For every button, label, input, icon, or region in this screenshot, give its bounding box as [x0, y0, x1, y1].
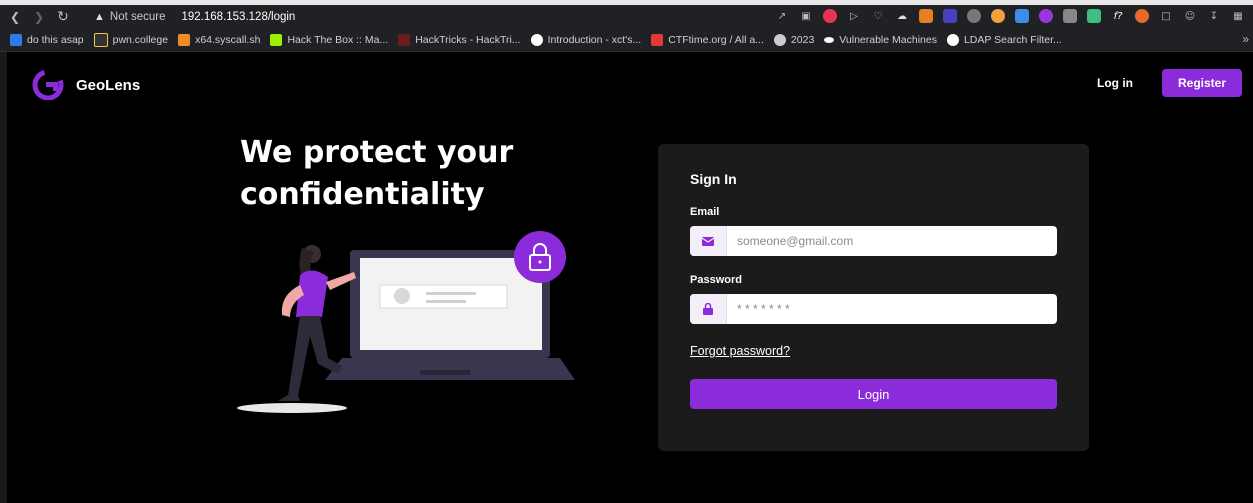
box-icon[interactable]: □: [1159, 9, 1173, 23]
lock-icon: [690, 294, 727, 324]
bookmark-item[interactable]: Vulnerable Machines: [824, 34, 937, 46]
bookmark-item[interactable]: do this asap: [10, 34, 84, 46]
signin-card: Sign In Email Password Forgot password? …: [658, 144, 1089, 451]
pocket-icon[interactable]: [823, 9, 837, 23]
laptop-base: [325, 358, 575, 380]
hero-line-2: confidentiality: [240, 177, 485, 212]
security-indicator[interactable]: ▲ Not secure: [94, 11, 166, 23]
forgot-password-link[interactable]: Forgot password?: [690, 344, 790, 358]
register-button[interactable]: Register: [1162, 69, 1242, 97]
bookmark-item[interactable]: x64.syscall.sh: [178, 34, 260, 46]
wordpress-icon[interactable]: [967, 9, 981, 23]
github-icon: [946, 34, 959, 46]
bookmark-icon: [530, 34, 543, 46]
security-illustration: [237, 231, 575, 413]
extension-icon-9[interactable]: [1135, 9, 1149, 23]
extension-icon-3[interactable]: [943, 9, 957, 23]
forward-icon[interactable]: ❯: [30, 10, 48, 24]
laptop-trackpad: [420, 370, 470, 375]
extension-icon-7[interactable]: [1063, 9, 1077, 23]
email-input[interactable]: [727, 226, 1057, 256]
bookmark-icon: [824, 37, 835, 43]
bookmark-item[interactable]: CTFtime.org / All a...: [651, 34, 764, 46]
bookmark-item[interactable]: Introduction - xct's...: [530, 34, 641, 46]
bookmark-icon: [178, 34, 191, 46]
reload-icon[interactable]: ↻: [54, 9, 72, 25]
bookmark-icon: [93, 33, 108, 47]
heart-icon[interactable]: ♡: [871, 9, 885, 23]
brand[interactable]: GeoLens: [32, 70, 140, 100]
bookmark-icon: [651, 34, 664, 46]
lock-badge: [514, 231, 566, 283]
envelope-icon: [690, 226, 727, 256]
bookmark-icon: [10, 34, 22, 46]
extension-icon-6[interactable]: [1039, 9, 1053, 23]
email-field[interactable]: [690, 226, 1057, 256]
screen-line: [426, 292, 476, 295]
bookmarks-bar: do this asap pwn.college x64.syscall.sh …: [0, 29, 1253, 52]
extension-icon-8[interactable]: [1087, 9, 1101, 23]
login-button[interactable]: Login: [690, 379, 1057, 409]
hero-heading: We protect your confidentiality: [240, 132, 640, 216]
bookmark-item[interactable]: pwn.college: [93, 33, 168, 47]
geolens-logo-icon: [32, 70, 64, 100]
password-input[interactable]: [727, 294, 1057, 324]
bookmark-item[interactable]: HackTricks - HackTri...: [398, 34, 521, 46]
address-bar[interactable]: 192.168.153.128/login: [182, 11, 296, 23]
brand-name: GeoLens: [76, 76, 141, 94]
browser-toolbar: ❮ ❯ ↻ ▲ Not secure 192.168.153.128/login…: [0, 5, 1253, 29]
bookmark-icon: [270, 34, 283, 46]
bookmark-item[interactable]: Hack The Box :: Ma...: [270, 34, 388, 46]
account-icon[interactable]: ☺: [1183, 9, 1197, 23]
extensions-row: ↗ ▣ ▷ ♡ ☁ f? □ ☺ ↧ ▦: [775, 9, 1245, 23]
screen-avatar: [394, 288, 410, 304]
bookmark-item[interactable]: 2023: [773, 34, 814, 46]
screen-line: [426, 300, 466, 303]
bookmark-icon: [398, 34, 411, 46]
bookmark-icon: [773, 34, 786, 46]
download-icon[interactable]: ↧: [1207, 9, 1221, 23]
left-edge: [0, 52, 7, 503]
ground-shadow: [237, 403, 347, 413]
login-link[interactable]: Log in: [1097, 76, 1133, 90]
extension-icon-2[interactable]: [919, 9, 933, 23]
extension-icon-1[interactable]: ☁: [895, 9, 909, 23]
signin-title: Sign In: [690, 171, 737, 187]
share-icon[interactable]: ↗: [775, 9, 789, 23]
password-field[interactable]: [690, 294, 1057, 324]
extension-icon-5[interactable]: [1015, 9, 1029, 23]
menu-icon[interactable]: ▦: [1231, 9, 1245, 23]
bookmarks-overflow-icon[interactable]: »: [1242, 32, 1249, 46]
screenshot-icon[interactable]: ▣: [799, 9, 813, 23]
security-label: Not secure: [109, 11, 166, 23]
warning-icon: ▲: [94, 11, 105, 23]
email-label: Email: [690, 206, 720, 218]
page: GeoLens Log in Register We protect your …: [0, 52, 1253, 503]
send-icon[interactable]: ▷: [847, 9, 861, 23]
function-icon[interactable]: f?: [1111, 9, 1125, 23]
bookmark-item[interactable]: LDAP Search Filter...: [946, 34, 1062, 46]
hero-line-1: We protect your: [240, 135, 514, 170]
back-icon[interactable]: ❮: [6, 10, 24, 24]
password-label: Password: [690, 274, 742, 286]
extension-icon-4[interactable]: [991, 9, 1005, 23]
